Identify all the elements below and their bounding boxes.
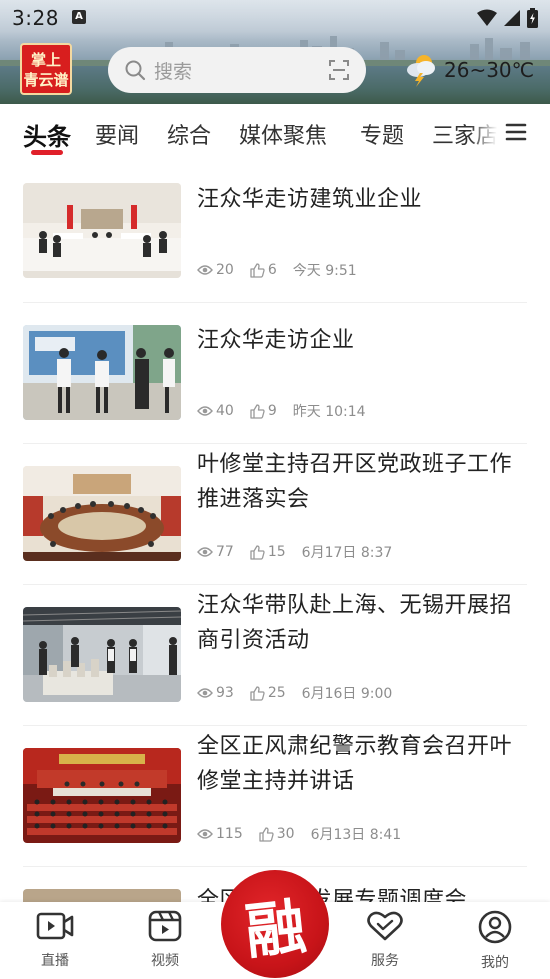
fusion-media-button[interactable]: 融 — [221, 870, 329, 978]
news-thumbnail — [23, 183, 181, 278]
tab-headlines[interactable]: 头条 — [23, 117, 71, 152]
thumbs-up-icon — [250, 262, 265, 278]
news-meta: 93 25 6月16日 9:00 — [197, 683, 408, 703]
like-count-value: 30 — [276, 826, 295, 842]
nav-service[interactable]: 服务 — [345, 910, 425, 970]
like-count-value: 6 — [267, 262, 277, 278]
nav-video-label: 视频 — [151, 953, 179, 969]
view-count: 93 — [197, 685, 234, 701]
news-item[interactable]: 叶修堂主持召开区党政班子工作推进落实会 77 15 6月17日 8:37 — [0, 444, 550, 585]
status-time: 3:28 — [12, 6, 59, 30]
news-thumbnail — [23, 325, 181, 420]
nav-live-label: 直播 — [41, 953, 69, 969]
like-count-value: 25 — [267, 685, 286, 701]
tab-special-topics[interactable]: 专题 — [360, 118, 404, 150]
eye-icon — [197, 829, 213, 839]
video-camera-icon — [36, 912, 74, 940]
news-thumbnail — [23, 748, 181, 843]
news-item[interactable]: 汪众华走访企业 40 9 昨天 10:14 — [0, 303, 550, 444]
tab-media-focus[interactable]: 媒体聚焦 — [239, 118, 327, 150]
nav-mine-label: 我的 — [481, 955, 509, 971]
eye-icon — [197, 406, 213, 416]
view-count: 20 — [197, 262, 234, 278]
status-bar: 3:28 A — [0, 0, 550, 36]
thunderstorm-icon — [407, 55, 435, 87]
nav-service-label: 服务 — [371, 953, 399, 969]
news-thumbnail — [23, 607, 181, 702]
tab-general[interactable]: 综合 — [167, 118, 211, 150]
thumbs-up-icon — [259, 826, 274, 842]
logo-line-2: 青云谱 — [23, 71, 69, 89]
news-meta: 40 9 昨天 10:14 — [197, 401, 382, 421]
nav-live[interactable]: 直播 — [15, 910, 95, 970]
search-bar[interactable]: 搜索 — [108, 47, 366, 93]
weather-widget[interactable]: 26~30℃ — [404, 53, 534, 87]
like-count-value: 15 — [267, 544, 286, 560]
publish-time: 6月17日 8:37 — [301, 545, 393, 561]
news-title: 叶修堂主持召开区党政班子工作推进落实会 — [197, 452, 513, 512]
tab-fade-overlay — [470, 104, 504, 162]
news-item[interactable]: 全区正风肃纪警示教育会召开叶修堂主持并讲话 115 30 6月13日 8:41 — [0, 726, 550, 867]
handshake-heart-icon — [367, 911, 403, 941]
wifi-icon — [477, 9, 497, 26]
eye-icon — [197, 265, 213, 275]
menu-icon[interactable] — [505, 122, 527, 142]
publish-time: 今天 9:51 — [292, 263, 357, 279]
battery-icon — [527, 8, 538, 28]
logo-line-1: 掌上 — [30, 51, 61, 69]
view-count: 77 — [197, 544, 234, 560]
view-count-value: 40 — [216, 403, 234, 419]
thumbs-up-icon — [250, 403, 265, 419]
category-tabs: 头条 要闻 综合 媒体聚焦 专题 三家店 — [0, 104, 550, 162]
news-item[interactable]: 汪众华带队赴上海、无锡开展招商引资活动 93 25 6月16日 9:00 — [0, 585, 550, 726]
tab-key-news[interactable]: 要闻 — [95, 118, 139, 150]
view-count: 40 — [197, 403, 234, 419]
news-title: 汪众华走访企业 — [197, 328, 355, 353]
news-item[interactable]: 汪众华走访建筑业企业 20 6 今天 9:51 — [0, 162, 550, 303]
app-logo[interactable]: 掌上 青云谱 — [20, 43, 72, 95]
view-count: 115 — [197, 826, 243, 842]
news-title: 汪众华走访建筑业企业 — [197, 187, 423, 212]
like-count: 6 — [250, 262, 277, 278]
news-list: 汪众华走访建筑业企业 20 6 今天 9:51 汪众华走访企业 40 9 昨天 … — [0, 162, 550, 902]
like-count: 9 — [250, 403, 277, 419]
notification-icon: A — [72, 10, 86, 24]
view-count-value: 93 — [216, 685, 234, 701]
search-placeholder: 搜索 — [154, 60, 193, 83]
news-meta: 20 6 今天 9:51 — [197, 260, 373, 280]
nav-mine[interactable]: 我的 — [455, 910, 535, 972]
fusion-label: 融 — [242, 891, 310, 968]
publish-time: 昨天 10:14 — [292, 404, 366, 420]
thumbs-up-icon — [250, 685, 265, 701]
like-count: 30 — [259, 826, 295, 842]
news-thumbnail — [23, 466, 181, 561]
publish-time: 6月16日 9:00 — [301, 686, 393, 702]
weather-temperature: 26~30℃ — [444, 58, 535, 82]
cell-signal-icon — [504, 10, 520, 26]
scan-icon[interactable] — [328, 59, 350, 81]
active-tab-indicator — [31, 150, 63, 155]
user-icon — [478, 910, 512, 944]
view-count-value: 20 — [216, 262, 234, 278]
search-icon — [125, 60, 146, 81]
view-count-value: 115 — [216, 826, 243, 842]
publish-time: 6月13日 8:41 — [310, 827, 402, 843]
news-title: 全区正风肃纪警示教育会召开叶修堂主持并讲话 — [197, 734, 513, 794]
status-icons — [477, 8, 538, 28]
news-meta: 77 15 6月17日 8:37 — [197, 542, 408, 562]
nav-video[interactable]: 视频 — [125, 910, 205, 970]
news-meta: 115 30 6月13日 8:41 — [197, 824, 417, 844]
thumbs-up-icon — [250, 544, 265, 560]
like-count: 15 — [250, 544, 286, 560]
news-title: 汪众华带队赴上海、无锡开展招商引资活动 — [197, 593, 513, 653]
like-count: 25 — [250, 685, 286, 701]
eye-icon — [197, 547, 213, 557]
like-count-value: 9 — [267, 403, 277, 419]
news-thumbnail — [23, 889, 181, 902]
video-clip-icon — [148, 910, 182, 942]
eye-icon — [197, 688, 213, 698]
view-count-value: 77 — [216, 544, 234, 560]
